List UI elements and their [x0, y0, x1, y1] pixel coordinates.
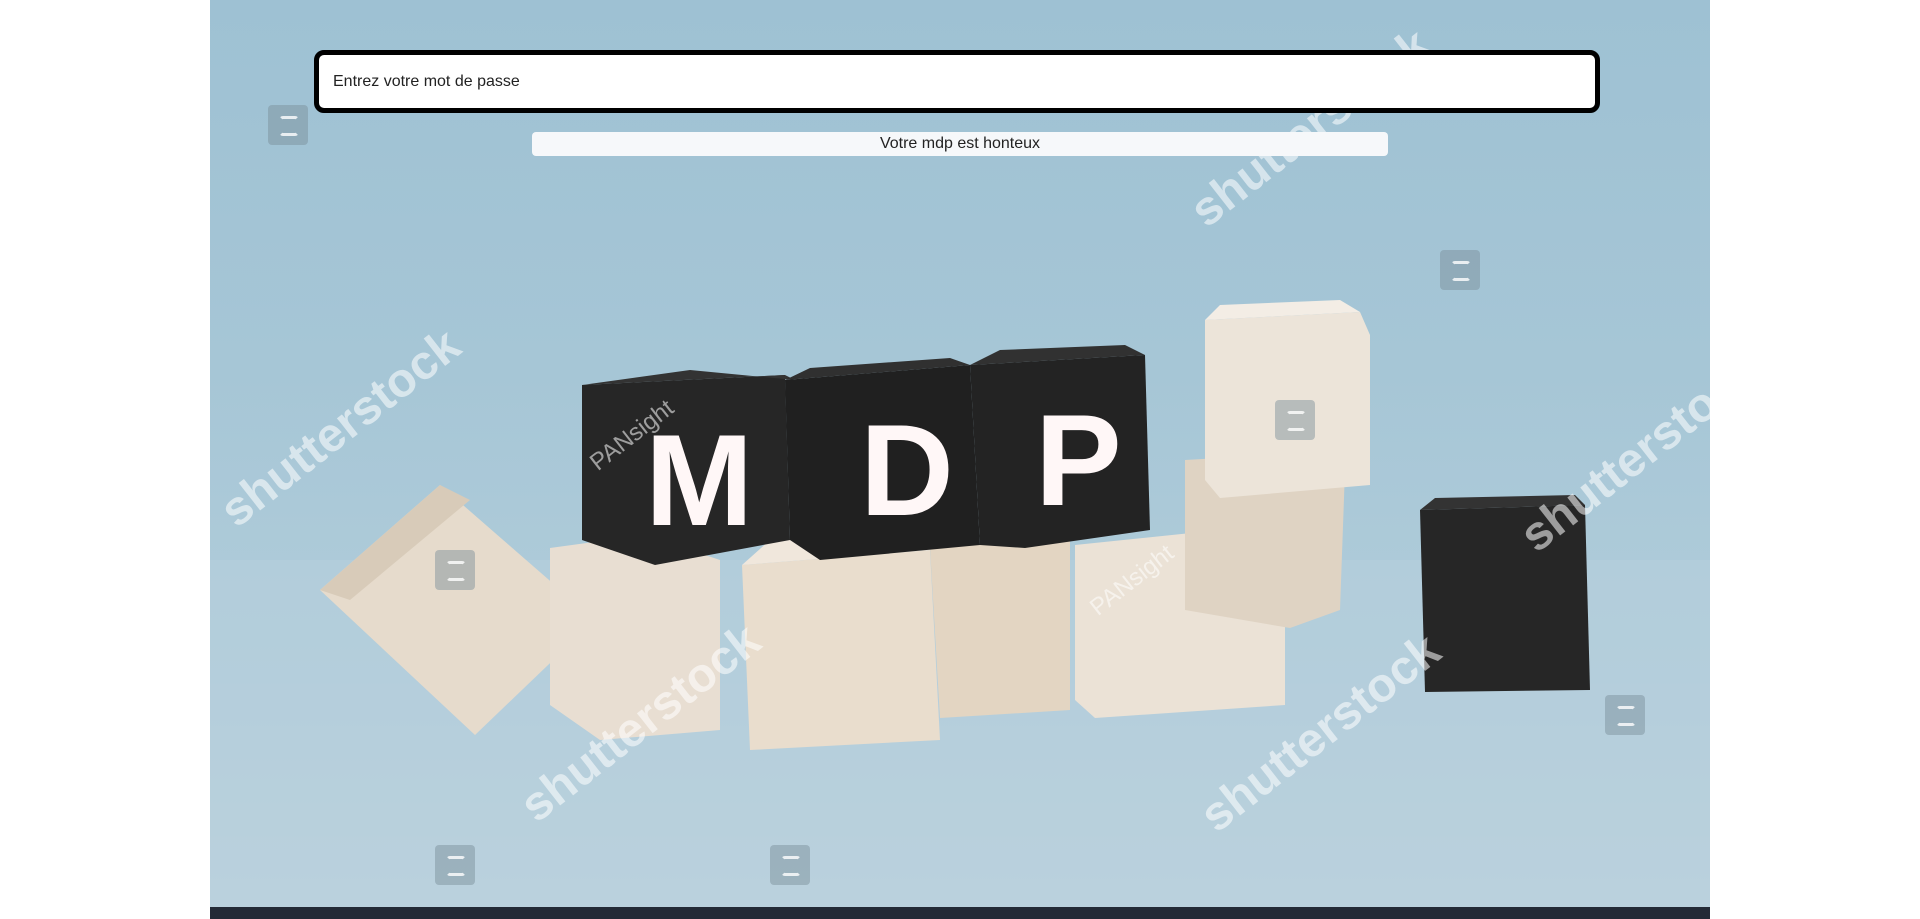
watermark-icon [268, 105, 308, 145]
background-photo-area: M D P shutterstock shutterstock shutters… [210, 0, 1710, 919]
letter-p: P [1035, 387, 1122, 533]
wooden-block [742, 530, 940, 750]
watermark-icon [770, 845, 810, 885]
watermark-icon [435, 845, 475, 885]
password-input[interactable] [314, 50, 1600, 113]
letter-block-p: P [970, 345, 1150, 548]
watermark-icon [435, 550, 475, 590]
watermark-icon [1605, 695, 1645, 735]
password-feedback-message: Votre mdp est honteux [532, 132, 1388, 156]
wooden-block [1205, 300, 1370, 498]
watermark-icon [1275, 400, 1315, 440]
letter-d: D [860, 397, 954, 543]
bottom-bar [210, 907, 1710, 919]
letter-block-d: D [785, 358, 980, 560]
wooden-block [930, 538, 1070, 718]
watermark-icon [1440, 250, 1480, 290]
